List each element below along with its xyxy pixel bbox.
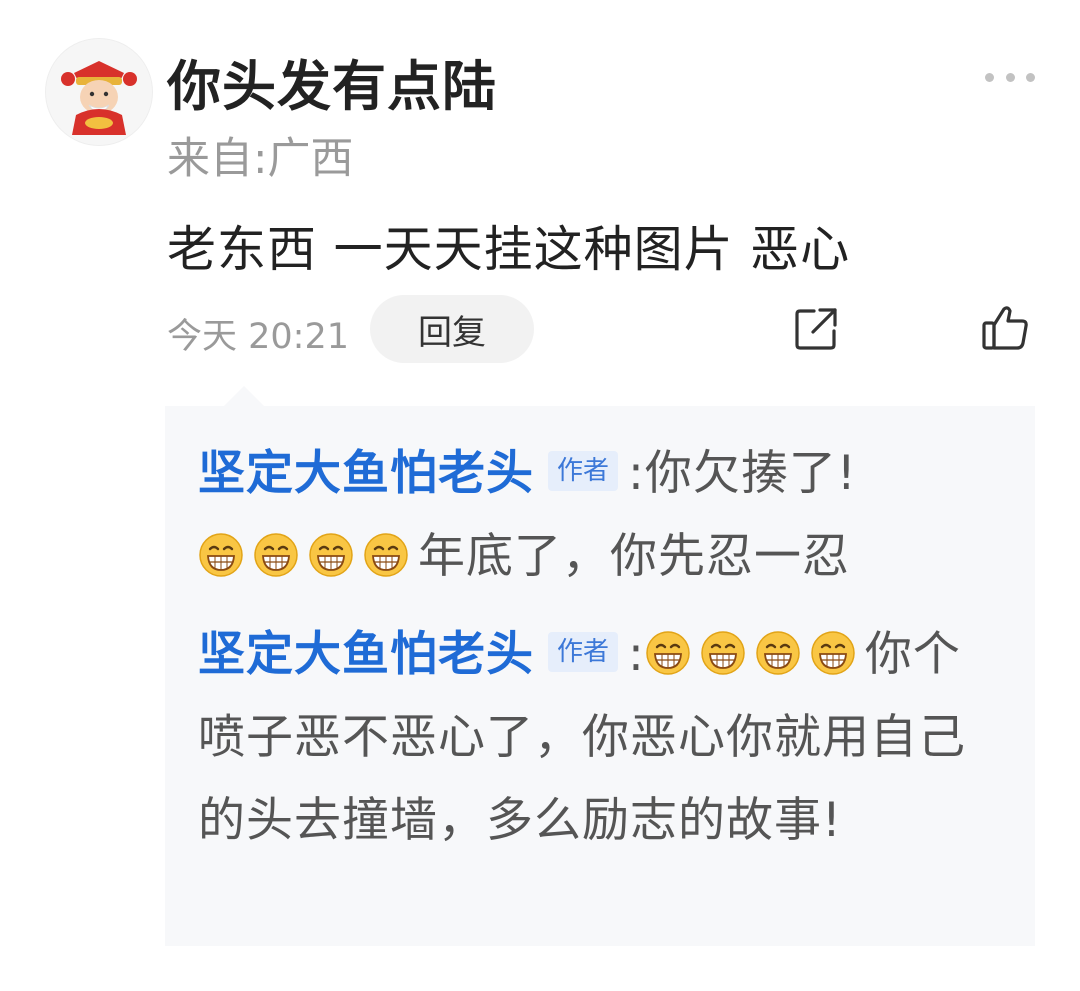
grinning-face-emoji-icon: [308, 532, 354, 578]
more-dot: [985, 72, 994, 82]
emoji-group: [198, 529, 418, 584]
emoji-group: [645, 627, 865, 682]
more-dot: [1005, 72, 1015, 82]
comment-username[interactable]: 你头发有点陆: [167, 42, 497, 121]
comment-location: 来自:广西: [167, 134, 354, 184]
god-of-wealth-avatar-icon: [46, 39, 152, 145]
avatar[interactable]: [45, 38, 153, 146]
reply-separator: :: [628, 627, 645, 682]
grinning-face-emoji-icon: [810, 630, 856, 676]
thumbs-up-icon[interactable]: [980, 303, 1030, 353]
reply-separator: :: [628, 446, 645, 501]
reply-author[interactable]: 坚定大鱼怕老头: [198, 446, 534, 501]
author-badge: 作者: [548, 631, 619, 672]
comment-text: 老东西 一天天挂这种图片 恶心: [167, 221, 851, 278]
reply-item[interactable]: 坚定大鱼怕老头 作者: 你个喷子恶不恶心了，你恶心你就用自己的头去撞墙，多么励志的故…: [198, 613, 998, 862]
reply-button[interactable]: 回复: [370, 295, 534, 363]
grinning-face-emoji-icon: [363, 532, 409, 578]
grinning-face-emoji-icon: [645, 630, 691, 676]
reply-text: 年底了，你先忍一忍: [418, 529, 850, 584]
reply-item[interactable]: 坚定大鱼怕老头 作者:你欠揍了! 年底了，你先忍一忍: [198, 432, 998, 598]
share-icon[interactable]: [792, 305, 840, 353]
more-dots-icon[interactable]: [985, 68, 1035, 86]
comment-timestamp: 今天 20:21: [167, 317, 349, 357]
grinning-face-emoji-icon: [755, 630, 801, 676]
reply-author[interactable]: 坚定大鱼怕老头: [198, 627, 534, 682]
grinning-face-emoji-icon: [700, 630, 746, 676]
author-badge: 作者: [548, 450, 619, 491]
more-dot: [1026, 72, 1035, 82]
reply-box-arrow: [224, 386, 264, 406]
reply-text: 你欠揍了!: [644, 446, 857, 501]
grinning-face-emoji-icon: [198, 532, 244, 578]
grinning-face-emoji-icon: [253, 532, 299, 578]
